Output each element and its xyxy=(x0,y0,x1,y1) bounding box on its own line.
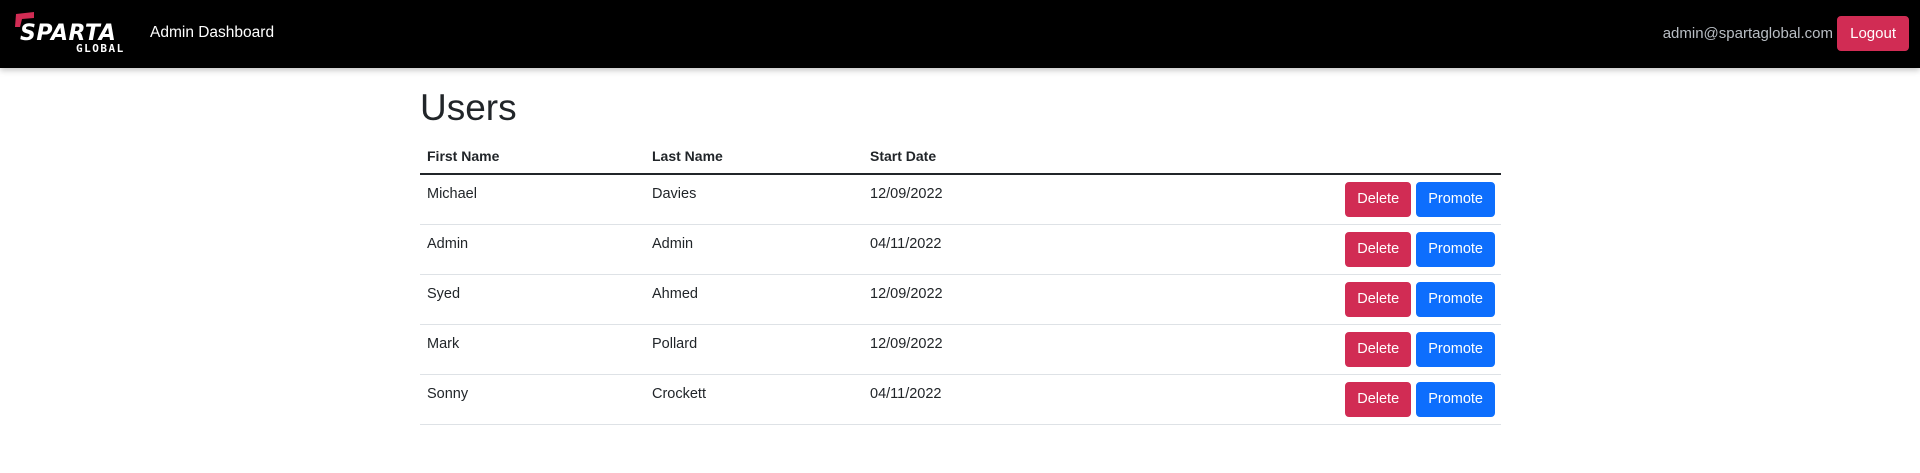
cell-last-name: Crockett xyxy=(645,374,863,425)
logout-button[interactable]: Logout xyxy=(1837,16,1909,51)
column-header-last-name: Last Name xyxy=(645,139,863,175)
table-row: Admin Admin 04/11/2022 Delete Promote xyxy=(420,224,1501,275)
cell-actions: Delete Promote xyxy=(1113,324,1501,375)
column-header-first-name: First Name xyxy=(420,139,645,175)
user-email: admin@spartaglobal.com xyxy=(1662,25,1833,42)
sparta-global-logo[interactable]: SPARTA GLOBAL xyxy=(14,11,132,55)
table-row: Sonny Crockett 04/11/2022 Delete Promote xyxy=(420,374,1501,425)
table-body: Michael Davies 12/09/2022 Delete Promote… xyxy=(420,174,1501,425)
promote-button[interactable]: Promote xyxy=(1416,281,1495,317)
cell-actions: Delete Promote xyxy=(1113,174,1501,225)
column-header-actions xyxy=(1113,139,1501,175)
cell-last-name: Pollard xyxy=(645,324,863,375)
cell-first-name: Admin xyxy=(420,224,645,275)
top-navbar: SPARTA GLOBAL Admin Dashboard admin@spar… xyxy=(0,0,1920,68)
table-row: Mark Pollard 12/09/2022 Delete Promote xyxy=(420,324,1501,375)
svg-text:GLOBAL: GLOBAL xyxy=(76,42,125,55)
cell-first-name: Sonny xyxy=(420,374,645,425)
promote-button[interactable]: Promote xyxy=(1416,331,1495,367)
delete-button[interactable]: Delete xyxy=(1345,231,1412,267)
sparta-global-logo-image: SPARTA GLOBAL xyxy=(15,12,125,55)
table-row: Syed Ahmed 12/09/2022 Delete Promote xyxy=(420,274,1501,325)
cell-first-name: Mark xyxy=(420,324,645,375)
main-content: Users First Name Last Name Start Date Mi… xyxy=(420,86,1501,425)
promote-button[interactable]: Promote xyxy=(1416,182,1495,217)
navbar-title[interactable]: Admin Dashboard xyxy=(150,23,274,43)
cell-last-name: Davies xyxy=(645,174,863,225)
cell-last-name: Admin xyxy=(645,224,863,275)
delete-button[interactable]: Delete xyxy=(1345,281,1412,317)
delete-button[interactable]: Delete xyxy=(1345,381,1412,417)
table-header: First Name Last Name Start Date xyxy=(420,139,1501,175)
promote-button[interactable]: Promote xyxy=(1416,231,1495,267)
cell-last-name: Ahmed xyxy=(645,274,863,325)
promote-button[interactable]: Promote xyxy=(1416,381,1495,417)
cell-start-date: 12/09/2022 xyxy=(863,324,1113,375)
cell-start-date: 04/11/2022 xyxy=(863,374,1113,425)
cell-first-name: Michael xyxy=(420,174,645,225)
cell-start-date: 12/09/2022 xyxy=(863,274,1113,325)
table-header-row: First Name Last Name Start Date xyxy=(420,139,1501,175)
delete-button[interactable]: Delete xyxy=(1345,182,1412,217)
users-table: First Name Last Name Start Date Michael … xyxy=(420,139,1501,425)
page-title: Users xyxy=(420,87,517,128)
cell-start-date: 12/09/2022 xyxy=(863,174,1113,225)
cell-actions: Delete Promote xyxy=(1113,274,1501,325)
delete-button[interactable]: Delete xyxy=(1345,331,1412,367)
column-header-start-date: Start Date xyxy=(863,139,1113,175)
cell-first-name: Syed xyxy=(420,274,645,325)
cell-actions: Delete Promote xyxy=(1113,224,1501,275)
table-row: Michael Davies 12/09/2022 Delete Promote xyxy=(420,174,1501,225)
cell-start-date: 04/11/2022 xyxy=(863,224,1113,275)
cell-actions: Delete Promote xyxy=(1113,374,1501,425)
